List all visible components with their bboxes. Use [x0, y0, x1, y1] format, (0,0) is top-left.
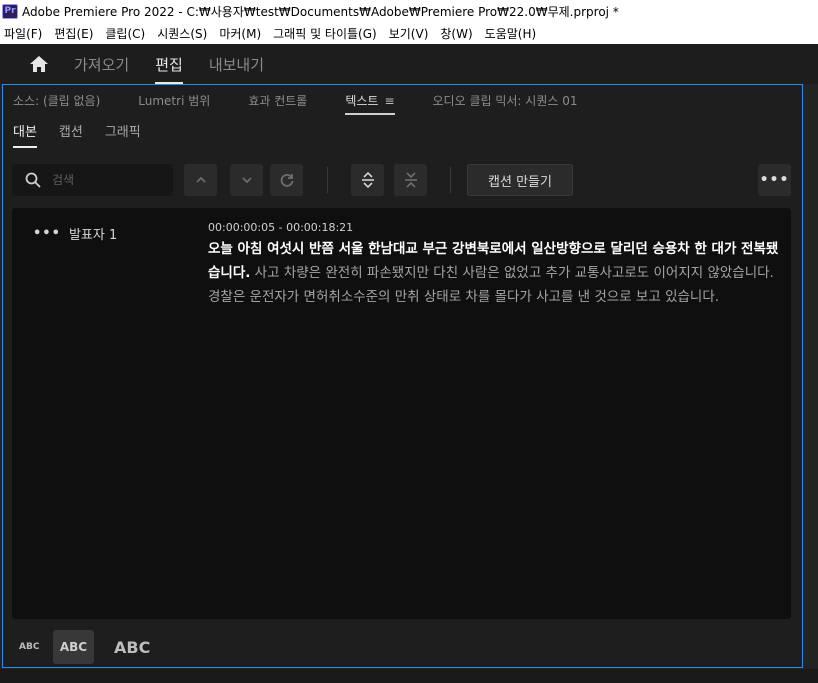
previous-result-button[interactable] [184, 164, 217, 196]
panel-menu-icon[interactable]: ≡ [384, 94, 394, 108]
home-icon[interactable] [28, 53, 50, 75]
more-icon[interactable]: ••• [758, 164, 791, 196]
toolbar-divider [450, 167, 451, 193]
tab-captions[interactable]: 캡션 [59, 121, 83, 140]
tab-effect-controls[interactable]: 효과 컨트롤 [248, 92, 307, 109]
window-title: Adobe Premiere Pro 2022 - C:₩사용자₩test₩Do… [22, 4, 619, 19]
create-captions-button[interactable]: 캡션 만들기 [467, 164, 573, 196]
collapse-icon [404, 172, 417, 188]
segment-timecode: 00:00:00:05 - 00:00:18:21 [208, 221, 354, 234]
menu-clip[interactable]: 클립(C) [105, 25, 145, 42]
tab-lumetri-scopes[interactable]: Lumetri 범위 [138, 92, 210, 109]
chevron-down-icon [241, 177, 252, 184]
menu-file[interactable]: 파일(F) [4, 25, 42, 42]
tab-text[interactable]: 텍스트 ≡ [345, 92, 395, 115]
search-input[interactable] [52, 173, 162, 187]
font-size-small-button[interactable]: ABC [19, 642, 39, 652]
tab-import[interactable]: 가져오기 [74, 54, 129, 75]
search-box [12, 164, 173, 196]
transcript-toolbar: 캡션 만들기 ••• [3, 163, 802, 199]
menu-window[interactable]: 창(W) [440, 25, 472, 42]
font-size-medium-button[interactable]: ABC [53, 630, 94, 664]
next-result-button[interactable] [230, 164, 263, 196]
menu-bar: 파일(F) 편집(E) 클립(C) 시퀀스(S) 마커(M) 그래픽 및 타이틀… [0, 22, 818, 44]
lower-panel-edge [0, 669, 818, 683]
font-size-bar: ABC ABC ABC [3, 627, 802, 667]
tab-transcript[interactable]: 대본 [13, 121, 37, 148]
tab-text-label: 텍스트 [345, 93, 379, 108]
font-size-large-button[interactable]: ABC [114, 638, 150, 657]
text-panel: 소스: (클립 없음) Lumetri 범위 효과 컨트롤 텍스트 ≡ 오디오 클… [2, 84, 803, 668]
speaker-options-icon[interactable]: ••• [33, 226, 61, 241]
tab-source[interactable]: 소스: (클립 없음) [13, 92, 100, 109]
refresh-button[interactable] [270, 164, 303, 196]
premiere-pro-icon: Pr [2, 3, 18, 19]
collapse-button[interactable] [394, 164, 427, 196]
refresh-icon [280, 174, 293, 187]
transcript-area[interactable]: ••• 발표자 1 00:00:00:05 - 00:00:18:21 오늘 아… [12, 208, 791, 619]
menu-graphics[interactable]: 그래픽 및 타이틀(G) [273, 25, 377, 42]
transcript-rest: 사고 차량은 완전히 파손됐지만 다친 사람은 없었고 추가 교통사고로도 이어… [208, 265, 774, 305]
panel-tab-bar: 소스: (클립 없음) Lumetri 범위 효과 컨트롤 텍스트 ≡ 오디오 클… [3, 85, 802, 115]
toolbar-divider [327, 167, 328, 193]
sub-tab-bar: 대본 캡션 그래픽 [3, 115, 802, 148]
title-bar: Pr Adobe Premiere Pro 2022 - C:₩사용자₩test… [0, 0, 818, 22]
expand-icon [361, 171, 374, 189]
workspace-bar: 가져오기 편집 내보내기 [0, 44, 818, 84]
search-icon [25, 172, 41, 188]
speaker-name: 발표자 1 [68, 228, 118, 243]
menu-marker[interactable]: 마커(M) [219, 25, 261, 42]
speaker-label[interactable]: ••• 발표자 1 [33, 224, 117, 243]
menu-help[interactable]: 도움말(H) [485, 25, 537, 42]
tab-edit[interactable]: 편집 [155, 54, 183, 84]
transcript-text[interactable]: 오늘 아침 여섯시 반쯤 서울 한남대교 부근 강변북로에서 일산방향으로 달리… [208, 237, 784, 309]
tab-audio-clip-mixer[interactable]: 오디오 클립 믹서: 시퀀스 01 [433, 92, 578, 109]
tab-export[interactable]: 내보내기 [209, 54, 264, 75]
menu-edit[interactable]: 편집(E) [54, 25, 93, 42]
menu-view[interactable]: 보기(V) [389, 25, 429, 42]
expand-button[interactable] [351, 164, 384, 196]
menu-sequence[interactable]: 시퀀스(S) [157, 25, 207, 42]
tab-graphics[interactable]: 그래픽 [105, 121, 141, 140]
chevron-up-icon [195, 176, 206, 183]
